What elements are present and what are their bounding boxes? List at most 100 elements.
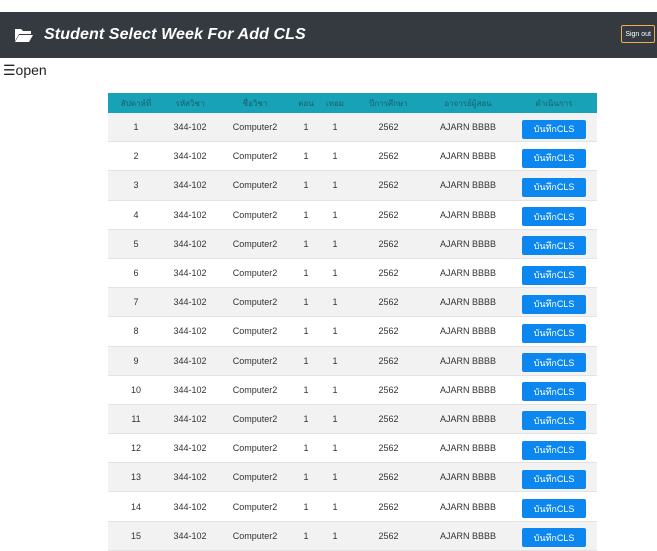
cell-term: 1: [318, 462, 352, 493]
cell-name: Computer2: [216, 521, 294, 551]
table-row: 3 344-102 Computer2 1 1 2562 AJARN BBBB บันทึกC…: [108, 170, 597, 201]
save-cls-button[interactable]: บันทึกCLS: [522, 499, 586, 519]
cell-action: บันทึกCLS: [511, 141, 597, 172]
cell-teacher: AJARN BBBB: [425, 404, 511, 435]
save-cls-button[interactable]: บันทึกCLS: [522, 323, 586, 343]
cell-code: 344-102: [164, 287, 216, 318]
save-cls-button[interactable]: บันทึกCLS: [522, 294, 586, 314]
cell-year: 2562: [352, 113, 425, 143]
cell-name: Computer2: [216, 404, 294, 435]
cell-year: 2562: [352, 462, 425, 493]
column-header-code: รหัสวิชา: [164, 93, 216, 113]
cell-week: 1: [108, 113, 164, 143]
cell-code: 344-102: [164, 491, 216, 522]
cell-name: Computer2: [216, 287, 294, 318]
cell-week: 5: [108, 229, 164, 259]
cell-section: 1: [294, 462, 318, 493]
cell-teacher: AJARN BBBB: [425, 521, 511, 551]
top-navbar: Student Select Week For Add CLS Sign out: [0, 12, 657, 58]
cell-year: 2562: [352, 375, 425, 405]
cell-section: 1: [294, 229, 318, 259]
cell-year: 2562: [352, 433, 425, 464]
cell-term: 1: [318, 200, 352, 230]
cell-week: 8: [108, 316, 164, 347]
cell-teacher: AJARN BBBB: [425, 346, 511, 376]
cell-teacher: AJARN BBBB: [425, 375, 511, 405]
cell-code: 344-102: [164, 433, 216, 464]
cell-teacher: AJARN BBBB: [425, 229, 511, 259]
cell-term: 1: [318, 521, 352, 551]
save-cls-button[interactable]: บันทึกCLS: [522, 207, 586, 227]
week-table: สัปดาห์ที่ รหัสวิชา ชื่อวิชา ตอน เทอม ปีการศึ…: [108, 93, 597, 551]
cell-name: Computer2: [216, 346, 294, 376]
cell-name: Computer2: [216, 375, 294, 405]
cell-action: บันทึกCLS: [511, 229, 597, 259]
cell-section: 1: [294, 346, 318, 376]
cell-section: 1: [294, 113, 318, 143]
column-header-week: สัปดาห์ที่: [108, 93, 164, 113]
cell-teacher: AJARN BBBB: [425, 170, 511, 201]
save-cls-button[interactable]: บันทึกCLS: [522, 469, 586, 489]
cell-action: บันทึกCLS: [511, 346, 597, 376]
save-cls-button[interactable]: บันทึกCLS: [522, 177, 586, 197]
save-cls-button[interactable]: บันทึกCLS: [522, 382, 586, 402]
cell-section: 1: [294, 316, 318, 347]
table-row: 2 344-102 Computer2 1 1 2562 AJARN BBBB บันทึกC…: [108, 141, 597, 172]
cell-code: 344-102: [164, 346, 216, 376]
cell-week: 11: [108, 404, 164, 435]
cell-name: Computer2: [216, 200, 294, 230]
cell-name: Computer2: [216, 316, 294, 347]
save-cls-button[interactable]: บันทึกCLS: [522, 119, 586, 139]
cell-teacher: AJARN BBBB: [425, 462, 511, 493]
cell-name: Computer2: [216, 113, 294, 143]
cell-name: Computer2: [216, 229, 294, 259]
save-cls-button[interactable]: บันทึกCLS: [522, 148, 586, 168]
cell-code: 344-102: [164, 316, 216, 347]
table-body: 1 344-102 Computer2 1 1 2562 AJARN BBBB บันทึกC…: [108, 113, 597, 551]
cell-term: 1: [318, 346, 352, 376]
cell-teacher: AJARN BBBB: [425, 258, 511, 289]
cell-section: 1: [294, 433, 318, 464]
cell-year: 2562: [352, 404, 425, 435]
column-header-teacher: อาจารย์ผู้สอน: [425, 93, 511, 113]
cell-year: 2562: [352, 258, 425, 289]
cell-code: 344-102: [164, 141, 216, 172]
cell-term: 1: [318, 141, 352, 172]
cell-action: บันทึกCLS: [511, 287, 597, 318]
save-cls-button[interactable]: บันทึกCLS: [522, 265, 586, 285]
cell-name: Computer2: [216, 433, 294, 464]
cell-code: 344-102: [164, 170, 216, 201]
table-row: 13 344-102 Computer2 1 1 2562 AJARN BBBB บันทึก…: [108, 462, 597, 493]
table-row: 11 344-102 Computer2 1 1 2562 AJARN BBBB บันทึก…: [108, 404, 597, 435]
cell-teacher: AJARN BBBB: [425, 491, 511, 522]
save-cls-button[interactable]: บันทึกCLS: [522, 236, 586, 256]
save-cls-button[interactable]: บันทึกCLS: [522, 528, 586, 548]
cell-term: 1: [318, 316, 352, 347]
save-cls-button[interactable]: บันทึกCLS: [522, 440, 586, 460]
cell-year: 2562: [352, 170, 425, 201]
cell-year: 2562: [352, 200, 425, 230]
cell-action: บันทึกCLS: [511, 404, 597, 435]
save-cls-button[interactable]: บันทึกCLS: [522, 353, 586, 373]
cell-week: 14: [108, 491, 164, 522]
cell-year: 2562: [352, 346, 425, 376]
table-row: 5 344-102 Computer2 1 1 2562 AJARN BBBB บันทึกC…: [108, 229, 597, 259]
cell-code: 344-102: [164, 521, 216, 551]
column-header-action: ดำเนินการ: [511, 93, 597, 113]
cell-teacher: AJARN BBBB: [425, 433, 511, 464]
cell-week: 6: [108, 258, 164, 289]
column-header-name: ชื่อวิชา: [216, 93, 294, 113]
cell-section: 1: [294, 200, 318, 230]
cell-term: 1: [318, 433, 352, 464]
cell-term: 1: [318, 404, 352, 435]
column-header-term: เทอม: [318, 93, 352, 113]
sidebar-open-toggle[interactable]: ☰open: [3, 62, 47, 78]
save-cls-button[interactable]: บันทึกCLS: [522, 411, 586, 431]
cell-week: 7: [108, 287, 164, 318]
sign-out-button[interactable]: Sign out: [621, 25, 655, 43]
cell-term: 1: [318, 229, 352, 259]
cell-year: 2562: [352, 521, 425, 551]
cell-term: 1: [318, 491, 352, 522]
cell-action: บันทึกCLS: [511, 113, 597, 143]
column-header-section: ตอน: [294, 93, 318, 113]
